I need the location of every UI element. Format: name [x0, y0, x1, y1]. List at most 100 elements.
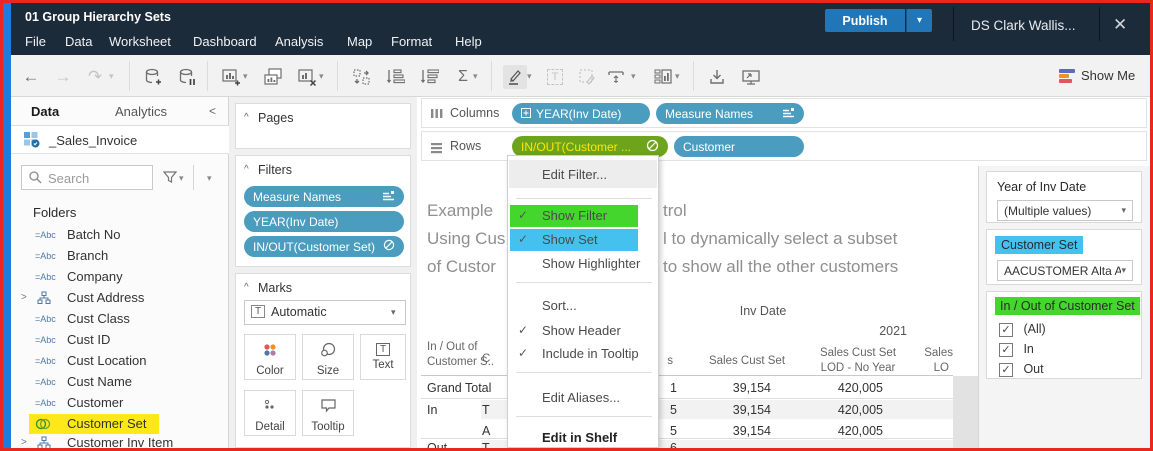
sales-cust-set-header: Sales Cust Set	[691, 355, 803, 367]
new-worksheet-icon[interactable]	[219, 65, 243, 89]
menu-item-edit-in-shelf[interactable]: Edit in Shelf	[542, 430, 617, 445]
filter-pill-year-inv-date[interactable]: YEAR(Inv Date)	[244, 211, 404, 232]
totals-sigma-icon[interactable]: Σ	[451, 65, 475, 89]
collapse-chevron-icon[interactable]: ^	[244, 282, 249, 293]
presentation-mode-icon[interactable]	[739, 65, 763, 89]
checkbox-row-all[interactable]: ✓ (All)	[999, 320, 1046, 338]
plus-box-icon	[521, 107, 531, 121]
columns-pill-measure-names[interactable]: Measure Names	[656, 103, 804, 124]
table-cell-lod: 420,005	[815, 381, 883, 395]
show-hide-cards-icon[interactable]	[651, 65, 675, 89]
checkbox-all-label: (All)	[1023, 322, 1045, 336]
menu-data[interactable]: Data	[65, 34, 92, 49]
view-options-caret-icon[interactable]: ▾	[207, 173, 212, 184]
menu-item-show-set[interactable]: Show Set	[542, 232, 598, 247]
menu-analysis[interactable]: Analysis	[275, 34, 323, 49]
tableau-window: 01 Group Hierarchy Sets File Data Worksh…	[0, 0, 1153, 451]
filter-cards-panel: Year of Inv Date (Multiple values) ▾ Cus…	[978, 166, 1150, 448]
expander-icon[interactable]: >	[21, 292, 27, 303]
clear-sheet-caret-icon[interactable]: ▾	[319, 71, 324, 82]
menu-help[interactable]: Help	[455, 34, 482, 49]
fit-selector-icon[interactable]	[605, 65, 629, 89]
table-cell-fragment: 5	[663, 424, 677, 438]
rows-pill-inout-customer-set[interactable]: IN/OUT(Customer ...	[512, 136, 668, 157]
datasource-row[interactable]: _Sales_Invoice	[11, 126, 229, 154]
funnel-caret-icon[interactable]: ▾	[179, 173, 184, 184]
new-datasource-icon[interactable]	[141, 65, 165, 89]
new-worksheet-caret-icon[interactable]: ▾	[243, 71, 248, 82]
color-button[interactable]: Color	[244, 334, 296, 380]
lod-header-line2: LOD - No Year	[803, 362, 913, 374]
filter-pill-inout-customer-set[interactable]: IN/OUT(Customer Set)	[244, 236, 404, 257]
expander-icon[interactable]: >	[21, 437, 27, 448]
field-label: Cust Address	[67, 290, 144, 305]
checkbox-in-label: In	[1023, 342, 1033, 356]
menu-worksheet[interactable]: Worksheet	[109, 34, 171, 49]
string-field-icon: =Abc	[35, 335, 56, 345]
check-icon: ✓	[518, 323, 528, 337]
undo-back-icon[interactable]: ←	[19, 65, 43, 89]
show-me-icon[interactable]	[1059, 69, 1075, 84]
detail-dots-icon	[262, 398, 278, 419]
menu-map[interactable]: Map	[347, 34, 372, 49]
mark-type-dropdown[interactable]: T Automatic ▾	[244, 300, 406, 325]
cards-caret-icon[interactable]: ▾	[675, 71, 680, 82]
filter-pill-measure-names[interactable]: Measure Names	[244, 186, 404, 207]
search-divider	[193, 165, 194, 190]
size-button[interactable]: Size	[302, 334, 354, 380]
close-icon[interactable]: ✕	[1113, 15, 1127, 35]
clear-sheet-icon[interactable]	[295, 65, 319, 89]
collapse-chevron-icon[interactable]: ^	[244, 112, 249, 123]
checkbox-in[interactable]: ✓	[999, 343, 1013, 357]
menu-item-show-highlighter[interactable]: Show Highlighter	[542, 256, 640, 271]
columns-pill-year-inv-date[interactable]: YEAR(Inv Date)	[512, 103, 650, 124]
menu-item-sort[interactable]: Sort...	[542, 298, 577, 313]
sort-lines-icon	[783, 107, 795, 121]
collapse-chevron-icon[interactable]: ^	[244, 164, 249, 175]
menu-file[interactable]: File	[25, 34, 46, 49]
swap-rows-columns-icon[interactable]	[349, 65, 373, 89]
duplicate-sheet-icon[interactable]	[261, 65, 285, 89]
menu-dashboard[interactable]: Dashboard	[193, 34, 257, 49]
show-mark-labels-icon: T	[543, 65, 567, 89]
highlight-caret-icon[interactable]: ▾	[527, 71, 532, 82]
set-control-dropdown[interactable]: AACUSTOMER Alta Ace ▾	[997, 260, 1133, 281]
search-input[interactable]: Search	[21, 165, 153, 190]
menu-format[interactable]: Format	[391, 34, 432, 49]
fit-caret-icon[interactable]: ▾	[631, 71, 636, 82]
checkbox-out[interactable]: ✓	[999, 363, 1013, 377]
pill-context-menu: Edit Filter... ✓ Show Filter ✓ Show Set …	[507, 155, 659, 448]
columns-shelf[interactable]: Columns YEAR(Inv Date) Measure Names	[421, 98, 1147, 128]
table-cell-sales: 39,154	[703, 424, 771, 438]
tab-data[interactable]: Data	[31, 97, 59, 125]
field-filter-funnel-icon[interactable]	[163, 170, 177, 189]
highlight-icon[interactable]	[503, 65, 527, 89]
totals-caret-icon[interactable]: ▾	[473, 71, 478, 82]
tooltip-button[interactable]: Tooltip	[302, 390, 354, 436]
mark-type-caret-icon: ▾	[391, 307, 396, 318]
text-button[interactable]: T Text	[360, 334, 406, 380]
menu-item-include-in-tooltip[interactable]: Include in Tooltip	[542, 346, 639, 361]
string-field-icon: =Abc	[35, 230, 56, 240]
left-edge-marker	[3, 3, 11, 448]
tab-analytics[interactable]: Analytics	[115, 97, 167, 125]
menu-item-show-filter[interactable]: Show Filter	[542, 208, 607, 223]
checkbox-all[interactable]: ✓	[999, 323, 1013, 337]
year-filter-dropdown[interactable]: (Multiple values) ▾	[997, 200, 1133, 221]
rows-pill-customer[interactable]: Customer	[674, 136, 804, 157]
checkbox-row-out[interactable]: ✓ Out	[999, 360, 1044, 378]
pause-updates-icon[interactable]	[175, 65, 199, 89]
publish-button[interactable]: Publish	[825, 9, 905, 32]
user-account-label[interactable]: DS Clark Wallis...	[971, 18, 1076, 33]
menu-item-edit-aliases[interactable]: Edit Aliases...	[542, 390, 620, 405]
download-icon[interactable]	[705, 65, 729, 89]
publish-dropdown-caret-icon[interactable]: ▾	[906, 9, 932, 32]
sort-descending-icon[interactable]	[417, 65, 441, 89]
show-me-button[interactable]: Show Me	[1081, 68, 1135, 83]
collapse-panel-icon[interactable]: <	[209, 104, 216, 118]
detail-button[interactable]: Detail	[244, 390, 296, 436]
menu-item-show-header[interactable]: Show Header	[542, 323, 621, 338]
checkbox-row-in[interactable]: ✓ In	[999, 340, 1034, 358]
sort-ascending-icon[interactable]	[383, 65, 407, 89]
menu-item-edit-filter[interactable]: Edit Filter...	[542, 167, 607, 182]
